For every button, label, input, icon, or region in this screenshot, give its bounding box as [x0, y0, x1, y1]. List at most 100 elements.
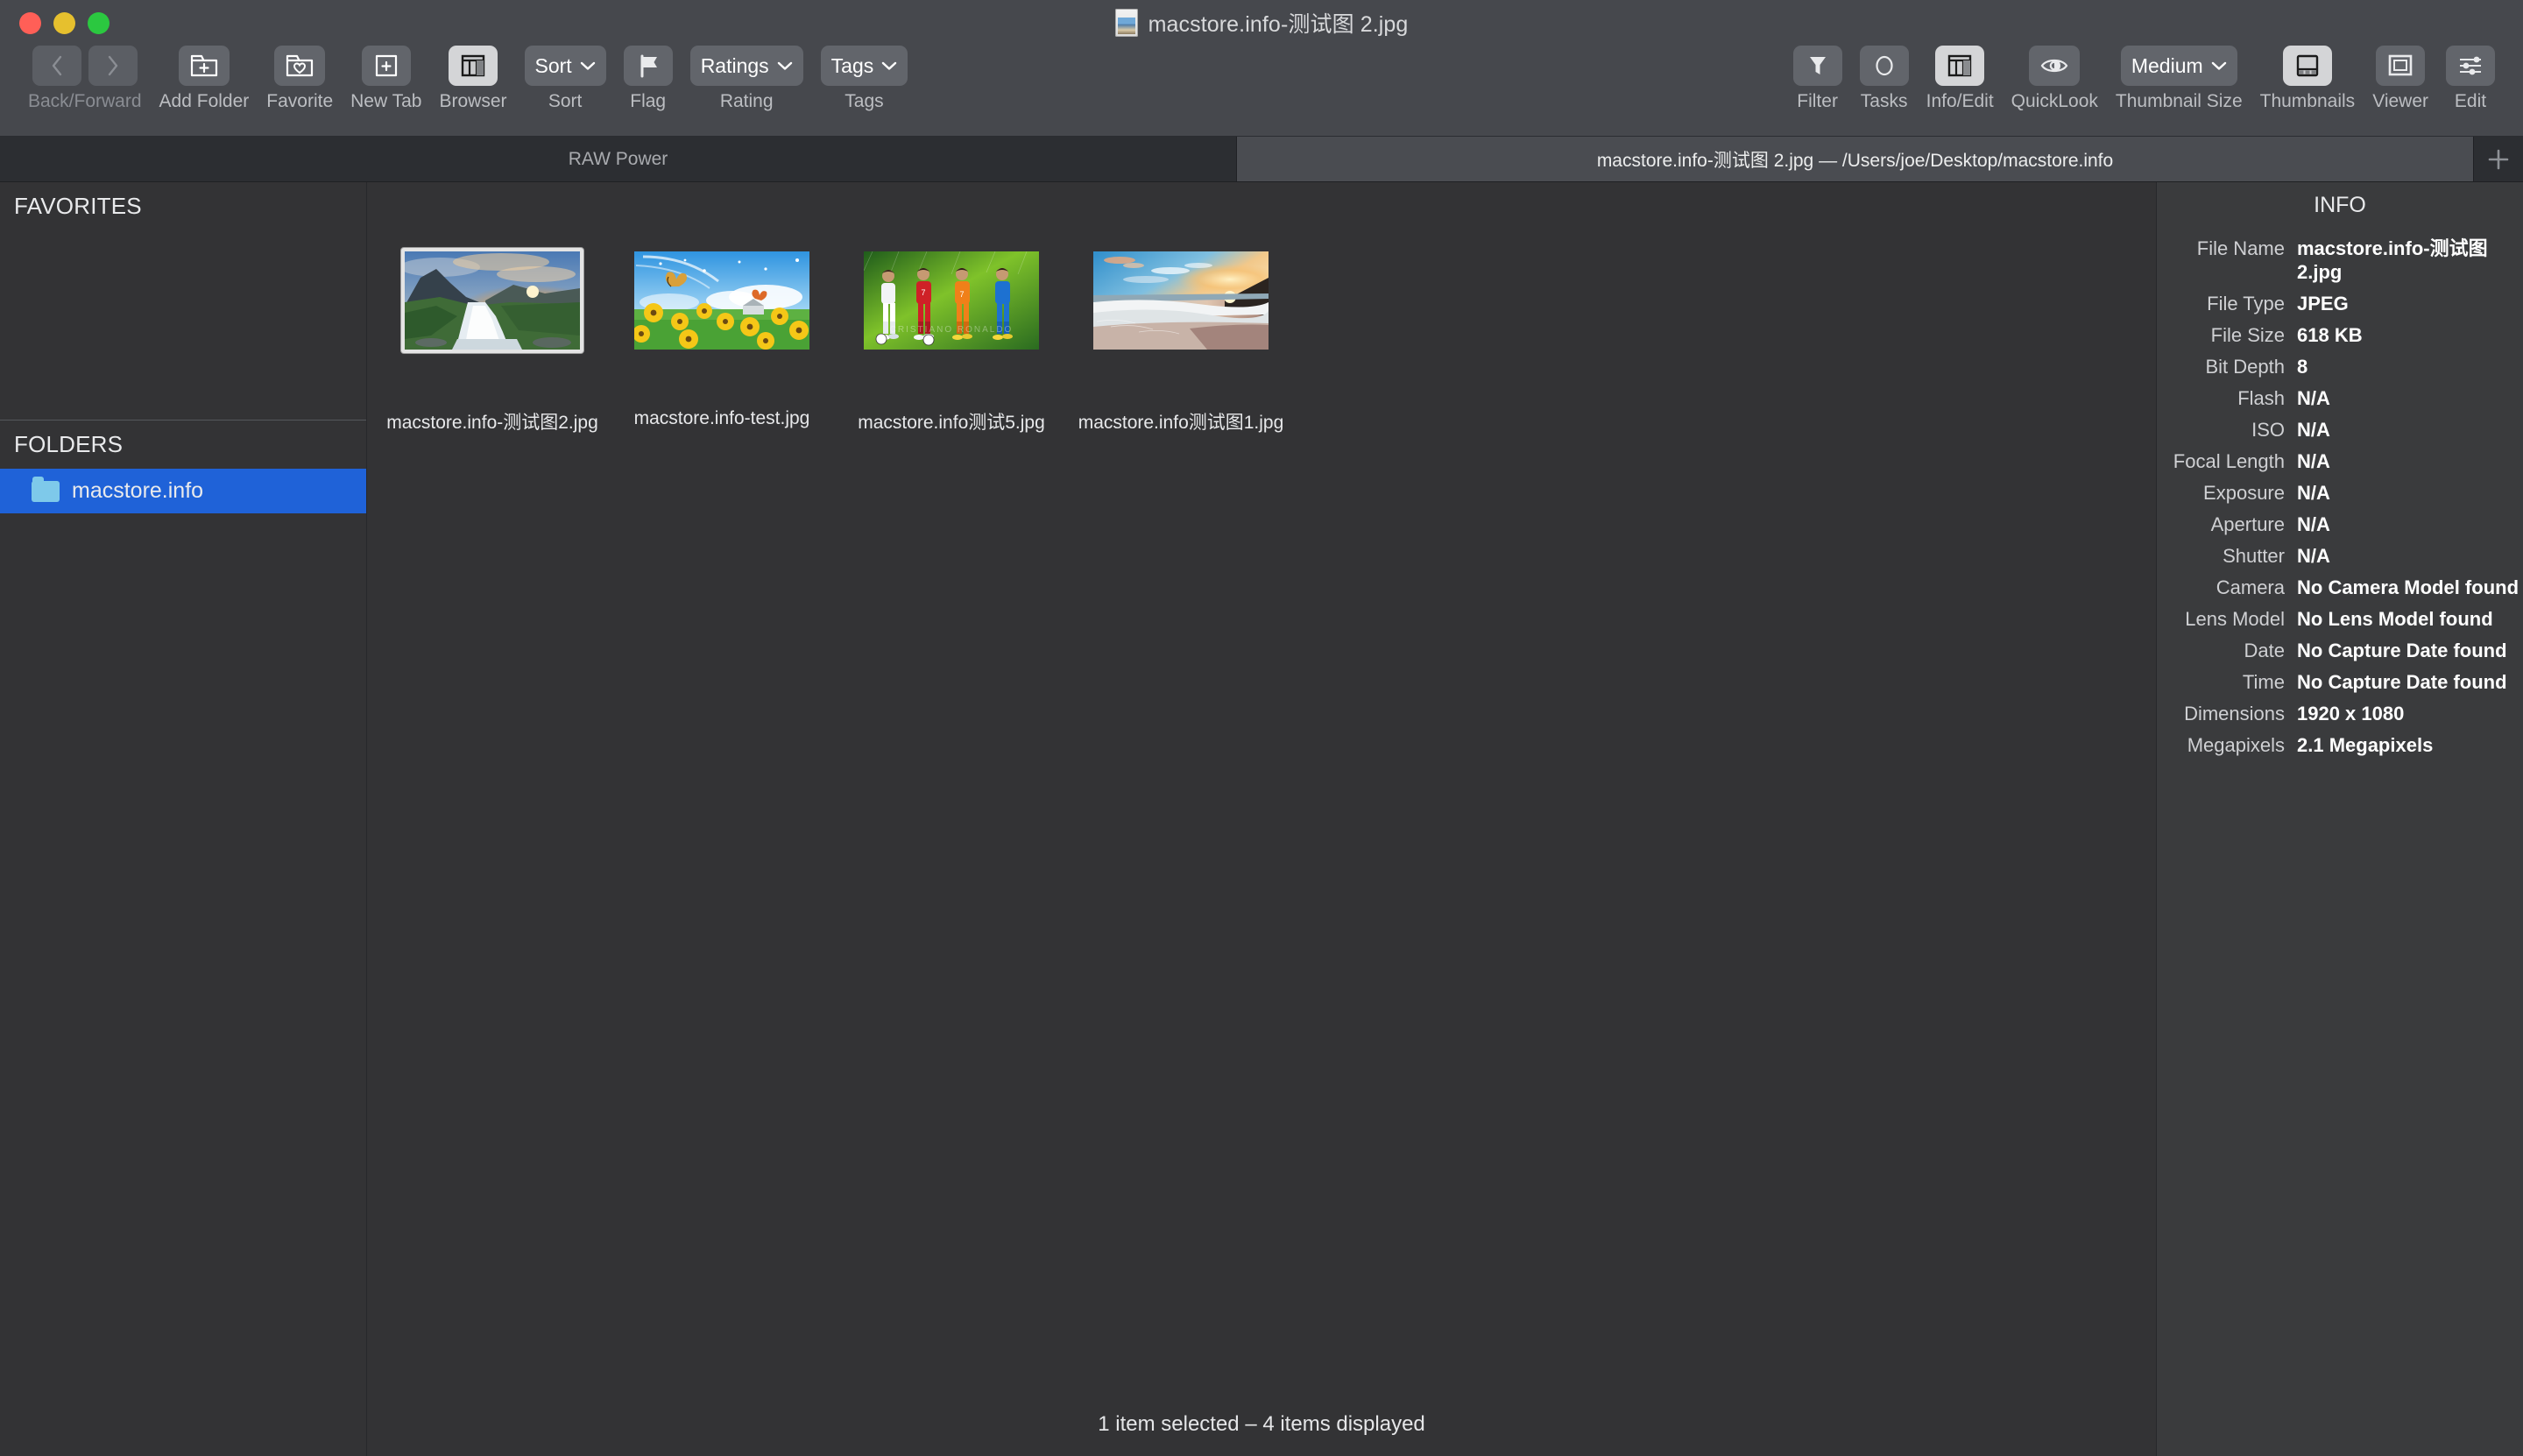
browser-button[interactable] — [448, 46, 498, 86]
toolbar-item-viewer[interactable]: Viewer — [2364, 46, 2437, 112]
info-row-focal-length: Focal Length N/A — [2157, 446, 2523, 477]
sidebar-section-folders: FOLDERS macstore.info — [0, 421, 366, 1456]
toolbar-item-tags[interactable]: Tags Tags — [812, 46, 917, 112]
toolbar-item-sort[interactable]: Sort Sort — [516, 46, 615, 112]
toolbar-item-browser[interactable]: Browser — [430, 46, 515, 112]
tasks-button[interactable] — [1859, 46, 1909, 86]
thumbnails-button[interactable] — [2282, 46, 2332, 86]
new-tab-plus-button[interactable] — [2474, 137, 2523, 181]
tab-raw-power[interactable]: RAW Power — [0, 137, 1237, 181]
toolbar-item-filter[interactable]: Filter — [1784, 46, 1851, 112]
sort-menu-button[interactable]: Sort — [524, 46, 606, 86]
info-key: Flash — [2237, 387, 2285, 409]
chevron-down-icon — [580, 60, 596, 71]
filter-button[interactable] — [1792, 46, 1842, 86]
toolbar-item-flag[interactable]: Flag — [615, 46, 682, 112]
sidebar-item-macstore-info[interactable]: macstore.info — [0, 469, 366, 513]
info-value: No Capture Date found — [2297, 640, 2507, 661]
thumbnail-label: macstore.info-test.jpg — [633, 408, 810, 428]
chevron-down-icon — [2211, 60, 2227, 71]
browser-content: macstore.info-测试图2.jpg macstore.info-tes… — [367, 182, 2156, 1456]
toolbar-label-tags: Tags — [845, 91, 884, 111]
toolbar-item-favorite[interactable]: Favorite — [258, 46, 342, 112]
toolbar-right-group: Filter Tasks Info/Edit QuickLook Medium … — [1784, 46, 2504, 112]
info-row-megapixels: Megapixels 2.1 Megapixels — [2157, 730, 2523, 761]
forward-button[interactable] — [88, 46, 138, 86]
viewer-button[interactable] — [2376, 46, 2426, 86]
thumbnail-grid-area[interactable]: macstore.info-测试图2.jpg macstore.info-tes… — [367, 182, 2156, 1393]
thumbnail-cell[interactable]: macstore.info测试图1.jpg — [1066, 209, 1296, 435]
toolbar-left-group: Back/Forward Add Folder Favorite New Tab… — [19, 46, 916, 112]
info-row-file-size: File Size 618 KB — [2157, 320, 2523, 351]
info-key: Date — [2244, 640, 2285, 661]
thumbnail-box — [401, 209, 583, 392]
thumbnail-size-menu-button[interactable]: Medium — [2120, 46, 2237, 86]
info-key: Aperture — [2210, 513, 2285, 535]
thumbnail-box — [1093, 209, 1269, 392]
status-text: 1 item selected – 4 items displayed — [1098, 1412, 1425, 1436]
toolbar-label-favorite: Favorite — [266, 91, 334, 111]
info-key: ISO — [2251, 419, 2285, 441]
toolbar-label-info-edit: Info/Edit — [1926, 91, 1994, 111]
sidebar-header-folders: FOLDERS — [14, 431, 124, 457]
svg-text:7: 7 — [959, 290, 964, 299]
edit-button[interactable] — [2446, 46, 2495, 86]
toolbar-item-add-folder[interactable]: Add Folder — [151, 46, 258, 112]
browser-layout-icon — [461, 54, 485, 77]
thumbnail-label: macstore.info测试图1.jpg — [1078, 413, 1284, 433]
info-value: 2.1 Megapixels — [2297, 734, 2434, 756]
flag-button[interactable] — [623, 46, 673, 86]
flag-icon — [640, 54, 657, 78]
toolbar-item-rating[interactable]: Ratings Rating — [682, 46, 812, 112]
tab-current-folder[interactable]: macstore.info-测试图 2.jpg — /Users/joe/Des… — [1237, 137, 2474, 181]
viewer-frame-icon — [2388, 54, 2413, 76]
info-edit-button[interactable] — [1935, 46, 1985, 86]
svg-text:CRISTIANO RONALDO: CRISTIANO RONALDO — [890, 325, 1014, 335]
info-row-dimensions: Dimensions 1920 x 1080 — [2157, 698, 2523, 730]
info-row-iso: ISO N/A — [2157, 414, 2523, 446]
toolbar-item-edit[interactable]: Edit — [2437, 46, 2504, 112]
info-value: 1920 x 1080 — [2297, 703, 2405, 724]
favorite-button[interactable] — [274, 46, 326, 86]
thumbnail-cell[interactable]: macstore.info-test.jpg — [607, 209, 837, 435]
toolbar-item-thumbnail-size[interactable]: Medium Thumbnail Size — [2107, 46, 2251, 112]
tags-menu-button[interactable]: Tags — [820, 46, 908, 86]
close-button[interactable] — [19, 11, 41, 34]
chevron-down-icon — [881, 60, 897, 71]
toolbar-item-tasks[interactable]: Tasks — [1851, 46, 1918, 112]
info-key: Exposure — [2203, 482, 2285, 504]
thumbnail-cell[interactable]: 7 7 CRISTIANO RONALDO macstore.info测试5.j… — [837, 209, 1066, 435]
window-controls — [19, 11, 110, 34]
toolbar-item-thumbnails[interactable]: Thumbnails — [2251, 46, 2364, 112]
funnel-icon — [1809, 57, 1826, 74]
toolbar-item-quicklook[interactable]: QuickLook — [2003, 46, 2107, 112]
folder-heart-icon — [286, 54, 314, 77]
minimize-button[interactable] — [53, 11, 75, 34]
new-tab-button[interactable] — [361, 46, 411, 86]
toolbar-item-info-edit[interactable]: Info/Edit — [1918, 46, 2003, 112]
folder-plus-icon — [190, 54, 218, 77]
ratings-menu-button[interactable]: Ratings — [689, 46, 803, 86]
info-row-time: Time No Capture Date found — [2157, 667, 2523, 698]
chevron-down-icon — [777, 60, 793, 71]
thumbnail-cell[interactable]: macstore.info-测试图2.jpg — [378, 209, 607, 435]
thumbnail-frame[interactable] — [1093, 251, 1269, 350]
info-key: Lens Model — [2185, 608, 2285, 630]
info-value: N/A — [2297, 545, 2330, 567]
add-folder-button[interactable] — [178, 46, 230, 86]
thumbnail-frame[interactable]: 7 7 CRISTIANO RONALDO — [864, 251, 1039, 350]
toolbar-item-new-tab[interactable]: New Tab — [342, 46, 430, 112]
info-panel: INFO File Name macstore.info-测试图2.jpg Fi… — [2156, 182, 2523, 1456]
info-value: No Capture Date found — [2297, 671, 2507, 693]
toolbar-label-viewer: Viewer — [2372, 91, 2428, 111]
back-button[interactable] — [32, 46, 81, 86]
info-row-shutter: Shutter N/A — [2157, 541, 2523, 572]
info-key: File Size — [2210, 324, 2285, 346]
thumbnail-box: 7 7 CRISTIANO RONALDO — [864, 209, 1039, 392]
info-key: File Name — [2196, 237, 2285, 259]
zoom-button[interactable] — [88, 11, 110, 34]
thumbnail-selected-frame[interactable] — [401, 248, 583, 353]
thumbnail-frame[interactable] — [634, 251, 809, 350]
toolbar-item-back-forward: Back/Forward — [19, 46, 151, 112]
quicklook-button[interactable] — [2029, 46, 2081, 86]
